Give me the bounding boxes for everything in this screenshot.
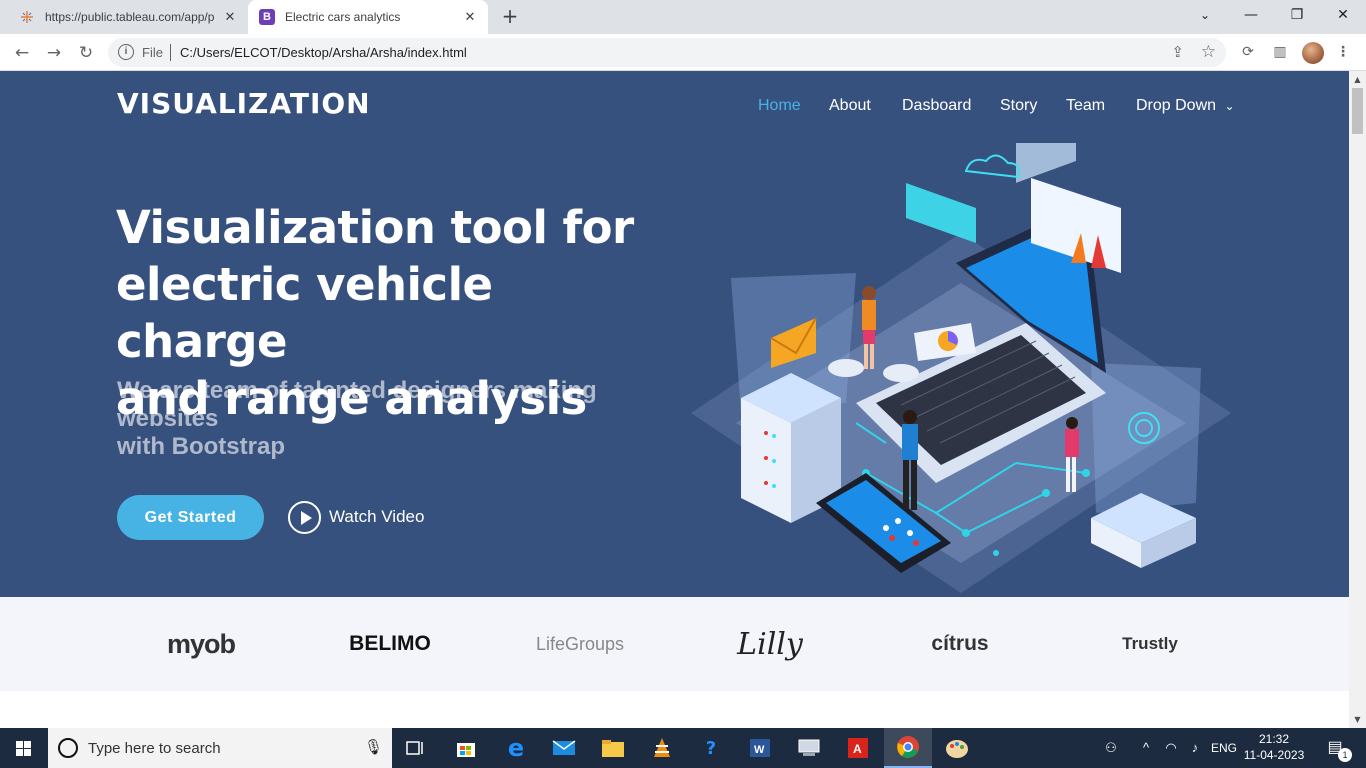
browser-toolbar: ← → ↻ i File C:/Users/ELCOT/Desktop/Arsh…: [0, 34, 1366, 71]
clock-date: 11-04-2023: [1243, 748, 1305, 762]
address-bar[interactable]: i File C:/Users/ELCOT/Desktop/Arsha/Arsh…: [108, 38, 1226, 67]
new-tab-plus-icon[interactable]: +: [498, 5, 522, 29]
nav-home[interactable]: Home: [758, 97, 801, 115]
restore-icon[interactable]: ❐: [1274, 0, 1320, 30]
file-explorer-icon[interactable]: [589, 728, 637, 768]
get-started-button[interactable]: Get Started: [117, 495, 264, 540]
chevron-down-icon: ⌄: [1224, 99, 1235, 113]
scroll-up-arrow-icon[interactable]: ▲: [1349, 71, 1366, 88]
network-app-icon[interactable]: [785, 728, 833, 768]
taskbar-search-box[interactable]: Type here to search 🎙: [48, 728, 392, 768]
nav-team[interactable]: Team: [1066, 97, 1105, 115]
clients-section: myob BELIMO LifeGroups Lilly cítrus Trus…: [0, 597, 1349, 691]
watch-video-label: Watch Video: [329, 507, 425, 526]
side-panel-icon[interactable]: ▥: [1270, 42, 1290, 62]
client-logo-text: LifeGroups: [535, 633, 625, 654]
client-logo-text: cítrus: [931, 632, 989, 655]
close-window-icon[interactable]: ✕: [1320, 0, 1366, 30]
hero-subtitle: We are team of talented designers making…: [117, 377, 677, 461]
nav-dropdown[interactable]: Drop Down ⌄: [1136, 97, 1235, 115]
client-logo-text: BELIMO: [349, 632, 431, 655]
vlc-icon[interactable]: [638, 728, 686, 768]
tab-electric-cars[interactable]: B Electric cars analytics ✕: [248, 0, 488, 34]
browser-menu-icon[interactable]: ⋮: [1333, 42, 1353, 62]
share-icon[interactable]: ⇪: [1171, 43, 1184, 61]
search-icon: [58, 738, 78, 758]
mail-icon[interactable]: [540, 728, 588, 768]
chrome-icon[interactable]: [884, 728, 932, 768]
svg-text:A: A: [853, 742, 862, 756]
tab-close-icon[interactable]: ✕: [462, 9, 478, 25]
client-logo-citrus: cítrus: [890, 619, 1030, 669]
system-clock[interactable]: 21:32 11-04-2023: [1240, 731, 1308, 763]
people-icon[interactable]: ⚇: [1098, 728, 1124, 768]
hero-title-line: electric vehicle charge: [116, 258, 493, 368]
nav-about[interactable]: About: [829, 97, 871, 115]
omnibox-divider: [170, 44, 171, 61]
client-logo-belimo: BELIMO: [320, 619, 460, 669]
scrollbar-thumb[interactable]: [1352, 88, 1363, 134]
back-arrow-icon[interactable]: ←: [9, 40, 35, 66]
tableau-favicon-icon: [19, 9, 35, 25]
watch-video-button[interactable]: Watch Video: [288, 500, 424, 534]
play-icon: [288, 500, 321, 534]
nav-dashboard[interactable]: Dasboard: [902, 97, 971, 115]
task-view-icon[interactable]: [392, 728, 440, 768]
tab-title: Electric cars analytics: [285, 10, 401, 24]
site-info-icon[interactable]: i: [118, 44, 134, 60]
tab-tableau[interactable]: https://public.tableau.com/app/p ✕: [0, 0, 248, 34]
paint-icon[interactable]: [933, 728, 981, 768]
extension-icon[interactable]: ⟳: [1238, 42, 1258, 62]
client-logo-text: Trustly: [1122, 634, 1178, 653]
hero-illustration: [691, 143, 1231, 593]
scroll-down-arrow-icon[interactable]: ▼: [1349, 711, 1366, 728]
hero-subtitle-line: with Bootstrap: [117, 433, 285, 460]
acrobat-reader-icon[interactable]: A: [834, 728, 882, 768]
client-logo-myob: myob: [131, 619, 271, 669]
tray-chevron-up-icon[interactable]: ^: [1136, 728, 1156, 768]
url-text[interactable]: C:/Users/ELCOT/Desktop/Arsha/Arsha/index…: [180, 45, 467, 60]
get-help-icon[interactable]: ?: [687, 728, 735, 768]
forward-arrow-icon[interactable]: →: [41, 40, 67, 66]
edge-browser-icon[interactable]: e: [492, 728, 540, 768]
volume-icon[interactable]: ♪: [1184, 728, 1206, 768]
bootstrap-favicon-icon: B: [259, 9, 275, 25]
wifi-icon[interactable]: ◠: [1160, 728, 1182, 768]
svg-text:W: W: [754, 744, 765, 756]
tab-title: https://public.tableau.com/app/p: [45, 10, 215, 24]
microphone-icon[interactable]: 🎙: [364, 738, 383, 756]
microsoft-store-icon[interactable]: [442, 728, 490, 768]
page-viewport: VISUALIZATION Home About Dasboard Story …: [0, 71, 1349, 728]
bookmark-star-icon[interactable]: ☆: [1201, 42, 1216, 62]
reload-icon[interactable]: ↻: [73, 40, 99, 66]
tab-search-chevron-icon[interactable]: ⌄: [1182, 0, 1228, 30]
notification-center-icon[interactable]: ▤ 1: [1318, 728, 1352, 768]
nav-dropdown-label: Drop Down: [1136, 97, 1217, 114]
client-logo-lilly: Lilly: [700, 619, 840, 669]
notification-badge: 1: [1338, 748, 1352, 762]
windows-start-button[interactable]: [0, 728, 48, 768]
page-scrollbar[interactable]: ▲ ▼: [1349, 71, 1366, 728]
client-logo-text: myob: [166, 628, 236, 659]
windows-taskbar: Type here to search 🎙 e ? W A ⚇ ^ ◠ ♪ EN…: [0, 728, 1366, 768]
client-logo-trustly: Trustly: [1080, 619, 1220, 669]
clock-time: 21:32: [1258, 732, 1290, 746]
tab-close-icon[interactable]: ✕: [222, 9, 238, 25]
taskbar-search-placeholder: Type here to search: [88, 740, 221, 757]
nav-story[interactable]: Story: [1000, 97, 1037, 115]
word-icon[interactable]: W: [736, 728, 784, 768]
client-logo-text: Lilly: [737, 626, 803, 662]
input-language[interactable]: ENG: [1208, 728, 1240, 768]
minimize-icon[interactable]: —: [1228, 0, 1274, 30]
site-logo[interactable]: VISUALIZATION: [117, 87, 371, 120]
url-scheme-label: File: [142, 45, 163, 60]
client-logo-lifegroups: LifeGroups: [510, 619, 650, 669]
hero-title-line: Visualization tool for: [116, 201, 634, 254]
browser-tab-strip: https://public.tableau.com/app/p ✕ B Ele…: [0, 0, 1366, 34]
hero-subtitle-line: We are team of talented designers making…: [117, 377, 597, 432]
windows-logo-icon: [16, 741, 31, 756]
hero-section: VISUALIZATION Home About Dasboard Story …: [0, 71, 1349, 597]
profile-avatar[interactable]: [1302, 42, 1324, 64]
